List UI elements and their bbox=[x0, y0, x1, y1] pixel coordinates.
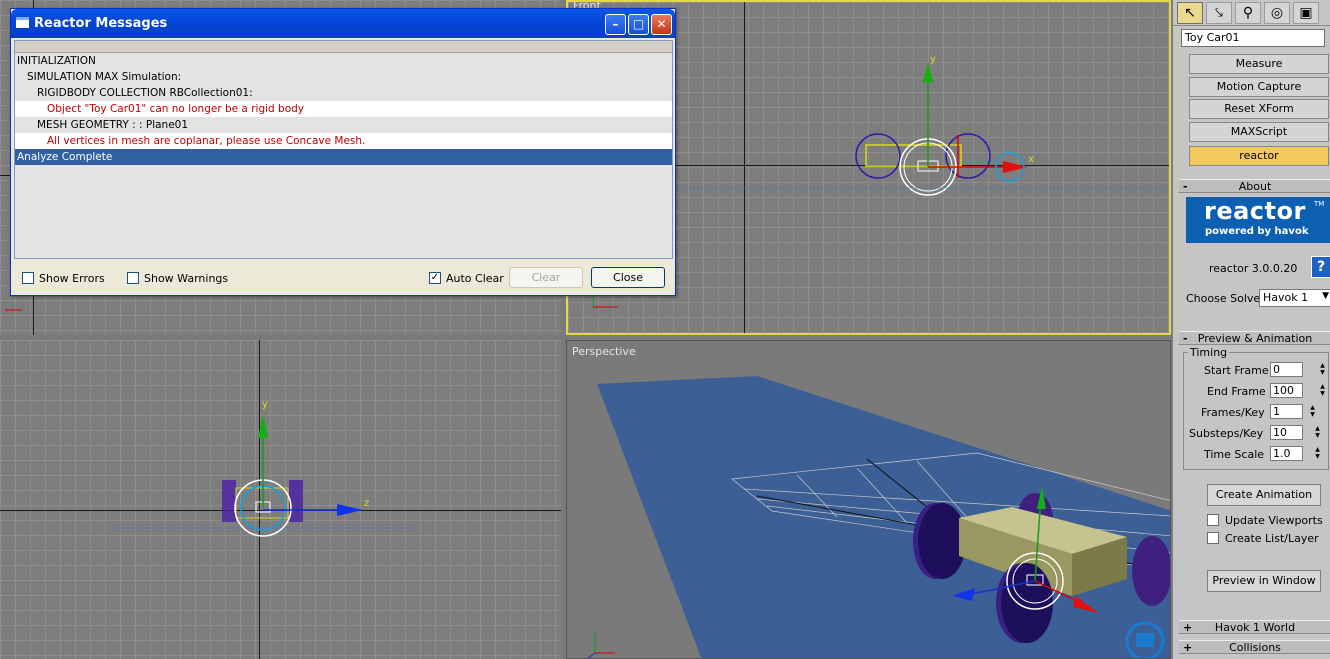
help-button[interactable]: ? bbox=[1311, 256, 1330, 278]
create-arrow-icon[interactable]: ↖ bbox=[1177, 2, 1203, 24]
show-warnings-label: Show Warnings bbox=[144, 272, 229, 285]
message-list-header bbox=[15, 41, 672, 53]
axis-x-label: x bbox=[1028, 154, 1034, 165]
rollout-title: Preview & Animation bbox=[1197, 332, 1313, 345]
reactor-logo: reactor TM powered by havok bbox=[1186, 197, 1330, 243]
substeps-key-label: Substeps/Key bbox=[1189, 427, 1264, 440]
show-errors-label: Show Errors bbox=[39, 272, 105, 285]
command-panel: ↖ ⤥ ⚲ ◎ ▣ Toy Car01 Measure Motion Captu… bbox=[1172, 0, 1330, 659]
choose-solver-label: Choose Solver: bbox=[1186, 292, 1269, 305]
clear-button[interactable]: Clear bbox=[509, 267, 583, 288]
update-viewports-label: Update Viewports bbox=[1225, 514, 1323, 527]
message-row[interactable]: SIMULATION MAX Simulation: bbox=[15, 69, 672, 85]
timing-group-label: Timing bbox=[1188, 346, 1230, 359]
dialog-titlebar[interactable]: Reactor Messages – □ ✕ bbox=[11, 9, 675, 38]
solver-value: Havok 1 bbox=[1263, 291, 1309, 304]
axis-z-label: z bbox=[364, 498, 369, 509]
motion-capture-button[interactable]: Motion Capture bbox=[1189, 77, 1329, 97]
message-rows: INITIALIZATION SIMULATION MAX Simulation:… bbox=[15, 53, 672, 165]
close-button[interactable]: Close bbox=[591, 267, 665, 288]
start-frame-input[interactable]: 0 bbox=[1270, 362, 1303, 377]
spinner-arrows-icon[interactable]: ▲ ▼ bbox=[1317, 362, 1328, 377]
spinner-arrows-icon[interactable]: ▲ ▼ bbox=[1317, 383, 1328, 398]
time-scale-label: Time Scale bbox=[1204, 448, 1265, 461]
reset-xform-button[interactable]: Reset XForm bbox=[1189, 99, 1329, 119]
show-warnings-checkbox[interactable] bbox=[127, 272, 139, 284]
spinner-arrows-icon[interactable]: ▲ ▼ bbox=[1312, 425, 1323, 440]
message-row[interactable]: INITIALIZATION bbox=[15, 53, 672, 69]
frames-key-label: Frames/Key bbox=[1201, 406, 1265, 419]
rollout-title: Havok 1 World bbox=[1214, 621, 1296, 634]
auto-clear-label: Auto Clear bbox=[446, 272, 504, 285]
axis-y-label: y bbox=[930, 54, 936, 65]
message-row[interactable]: Analyze Complete bbox=[15, 149, 672, 165]
maxscript-button[interactable]: MAXScript bbox=[1189, 122, 1329, 142]
message-row[interactable]: Object "Toy Car01" can no longer be a ri… bbox=[15, 101, 672, 117]
logo-main-text: reactor bbox=[1204, 197, 1306, 225]
message-row[interactable]: RIGIDBODY COLLECTION RBCollection01: bbox=[15, 85, 672, 101]
minimize-icon[interactable]: – bbox=[605, 14, 626, 35]
motion-icon[interactable]: ◎ bbox=[1264, 2, 1290, 24]
show-errors-checkbox[interactable] bbox=[22, 272, 34, 284]
perspective-scene bbox=[587, 376, 1170, 658]
logo-sub-text: powered by havok bbox=[1205, 226, 1309, 237]
toy-car-side-view: y z bbox=[110, 399, 415, 537]
start-frame-label: Start Frame bbox=[1204, 364, 1269, 377]
command-panel-tabs: ↖ ⤥ ⚲ ◎ ▣ bbox=[1173, 0, 1330, 26]
window-icon bbox=[16, 17, 29, 28]
update-viewports-checkbox[interactable] bbox=[1207, 514, 1219, 526]
rollout-preview-animation[interactable]: - Preview & Animation bbox=[1179, 331, 1330, 345]
viewport-perspective[interactable]: Perspective bbox=[566, 340, 1171, 659]
chevron-down-icon[interactable]: ▼ bbox=[1322, 291, 1329, 301]
rollout-havok-world[interactable]: + Havok 1 World bbox=[1179, 620, 1330, 634]
axis-y-label: y bbox=[262, 399, 268, 410]
reactor-messages-dialog: Reactor Messages – □ ✕ INITIALIZATION SIM… bbox=[10, 8, 676, 296]
rollout-collisions[interactable]: + Collisions bbox=[1179, 640, 1330, 654]
rollout-sign: - bbox=[1183, 332, 1188, 345]
rollout-sign: - bbox=[1183, 180, 1188, 193]
auto-clear-checkbox[interactable]: ✓ bbox=[429, 272, 441, 284]
reactor-button[interactable]: reactor bbox=[1189, 146, 1329, 166]
message-row[interactable]: All vertices in mesh are coplanar, pleas… bbox=[15, 133, 672, 149]
time-scale-input[interactable]: 1.0 bbox=[1270, 446, 1303, 461]
preview-in-window-button[interactable]: Preview in Window bbox=[1207, 570, 1321, 592]
close-icon[interactable]: ✕ bbox=[651, 14, 672, 35]
frames-key-input[interactable]: 1 bbox=[1270, 404, 1303, 419]
create-list-layer-checkbox[interactable] bbox=[1207, 532, 1219, 544]
rollout-title: Collisions bbox=[1229, 641, 1281, 654]
maximize-icon[interactable]: □ bbox=[628, 14, 649, 35]
spinner-arrows-icon[interactable]: ▲ ▼ bbox=[1312, 446, 1323, 461]
measure-button[interactable]: Measure bbox=[1189, 54, 1329, 74]
version-label: reactor 3.0.0.20 bbox=[1209, 262, 1298, 275]
rollout-title: About bbox=[1238, 180, 1272, 193]
spinner-arrows-icon[interactable]: ▲ ▼ bbox=[1307, 404, 1318, 419]
solver-select[interactable]: Havok 1 ▼ bbox=[1259, 289, 1330, 307]
message-list[interactable]: INITIALIZATION SIMULATION MAX Simulation:… bbox=[14, 40, 673, 259]
axis-tripod-icon bbox=[5, 309, 22, 311]
viewport-left[interactable]: y z bbox=[0, 340, 561, 659]
substeps-key-input[interactable]: 10 bbox=[1270, 425, 1303, 440]
display-icon[interactable]: ▣ bbox=[1293, 2, 1319, 24]
end-frame-input[interactable]: 100 bbox=[1270, 383, 1303, 398]
rollout-about[interactable]: - About bbox=[1179, 179, 1330, 193]
rollout-sign: + bbox=[1183, 641, 1193, 654]
axis-tripod-icon bbox=[587, 631, 615, 658]
end-frame-label: End Frame bbox=[1207, 385, 1266, 398]
modify-bend-icon[interactable]: ⤥ bbox=[1206, 2, 1232, 24]
hierarchy-icon[interactable]: ⚲ bbox=[1235, 2, 1261, 24]
dialog-title: Reactor Messages bbox=[34, 16, 168, 31]
message-row[interactable]: MESH GEOMETRY : : Plane01 bbox=[15, 117, 672, 133]
create-animation-button[interactable]: Create Animation bbox=[1207, 484, 1321, 506]
create-list-layer-label: Create List/Layer bbox=[1225, 532, 1319, 545]
logo-tm: TM bbox=[1314, 200, 1325, 208]
object-name-field[interactable]: Toy Car01 bbox=[1181, 29, 1325, 47]
rollout-sign: + bbox=[1183, 621, 1193, 634]
